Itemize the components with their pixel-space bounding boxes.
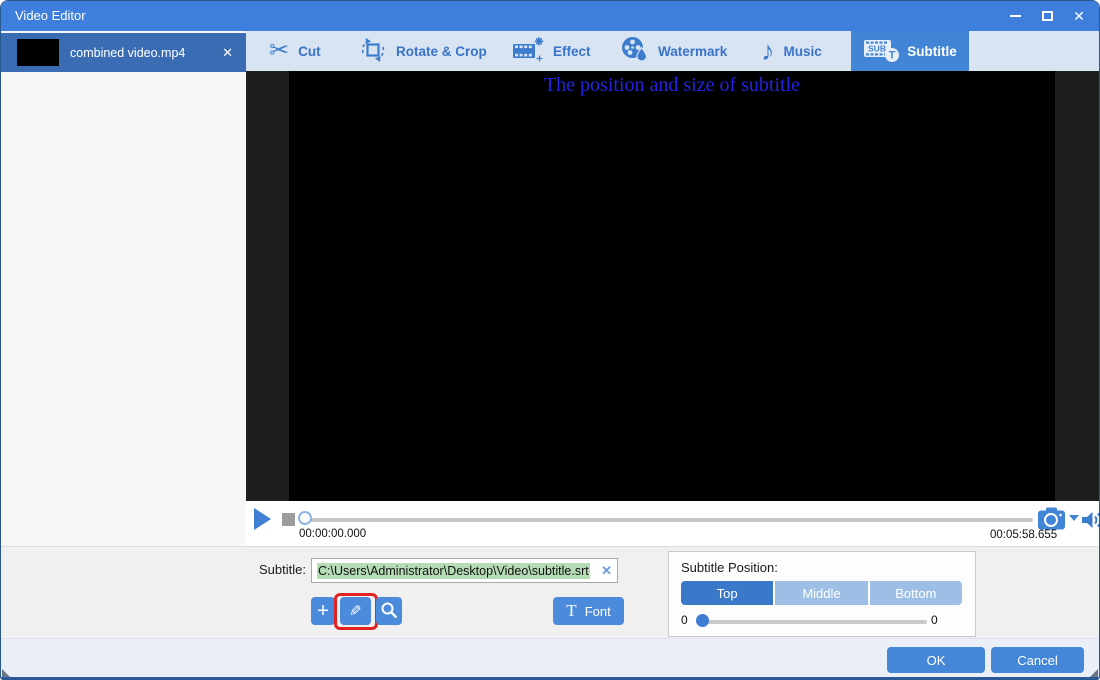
minimize-button[interactable] — [999, 1, 1031, 31]
position-offset-slider: 0 0 — [669, 612, 977, 632]
tab-label: Watermark — [658, 43, 728, 59]
subtitle-overlay-text: The position and size of subtitle — [543, 74, 801, 96]
preview-area: The position and size of subtitle — [246, 71, 1099, 501]
file-list-item[interactable]: combined video.mp4 ✕ — [1, 33, 246, 72]
tab-rotate-crop[interactable]: Rotate & Crop — [359, 31, 487, 71]
file-list-sidebar: combined video.mp4 ✕ — [1, 31, 246, 546]
slider-max-label: 0 — [931, 613, 938, 627]
font-button-label: Font — [584, 603, 611, 619]
font-button[interactable]: T Font — [553, 597, 624, 625]
position-middle-button[interactable]: Middle — [775, 581, 868, 605]
subtitle-path-input[interactable]: C:\Users\Administrator\Desktop\Video\sub… — [311, 558, 618, 583]
add-subtitle-button[interactable]: + — [311, 597, 335, 625]
remove-file-icon[interactable]: ✕ — [222, 45, 233, 61]
tab-label: Music — [783, 43, 822, 59]
close-icon: ✕ — [1073, 7, 1085, 24]
subtitle-settings-panel: Subtitle: C:\Users\Administrator\Desktop… — [1, 546, 1099, 638]
slider-handle[interactable] — [696, 614, 709, 627]
position-top-button[interactable]: Top — [681, 581, 774, 605]
tab-label: Cut — [298, 43, 321, 59]
magnifier-icon — [380, 601, 398, 622]
window-bottom-border — [1, 677, 1099, 679]
tab-music[interactable]: ♪ Music — [761, 31, 822, 71]
subtitle-position-panel: Subtitle Position: Top Middle Bottom 0 0 — [668, 551, 976, 637]
tab-effect[interactable]: Effect — [513, 31, 591, 71]
title-bar[interactable]: Video Editor ✕ — [1, 1, 1099, 31]
window-controls: ✕ — [999, 1, 1095, 31]
font-t-icon: T — [566, 601, 577, 620]
plus-icon: + — [317, 599, 329, 622]
film-sparkle-icon — [513, 36, 544, 66]
tab-watermark[interactable]: Watermark — [621, 31, 727, 71]
snapshot-camera-icon[interactable] — [1037, 505, 1067, 537]
slider-min-label: 0 — [681, 613, 688, 627]
seek-slider-handle[interactable] — [298, 511, 312, 525]
seek-slider-track[interactable] — [306, 518, 1033, 522]
snapshot-dropdown-icon[interactable] — [1069, 515, 1079, 521]
window-title: Video Editor — [15, 8, 86, 23]
tab-label: Effect — [553, 43, 591, 59]
video-editor-window: Video Editor ✕ combined video.mp4 ✕ ✂ Cu… — [0, 0, 1100, 680]
ok-button[interactable]: OK — [887, 647, 985, 673]
rotate-crop-icon — [359, 36, 387, 67]
position-bottom-button[interactable]: Bottom — [869, 581, 962, 605]
subtitle-position-label: Subtitle Position: — [681, 560, 778, 575]
film-reel-drop-icon — [621, 36, 649, 66]
clear-path-icon[interactable]: ✕ — [601, 563, 612, 579]
volume-icon[interactable] — [1081, 510, 1099, 535]
resize-grip-right[interactable] — [1090, 669, 1098, 677]
position-segment-group: Top Middle Bottom — [681, 581, 962, 605]
playback-bar: 00:00:00.000 00:05:58.655 — [246, 501, 1099, 546]
scissors-icon: ✂ — [269, 37, 290, 64]
music-note-icon: ♪ — [761, 35, 775, 66]
edit-subtitle-button[interactable]: ✎ — [340, 597, 371, 625]
subtitle-path-value: C:\Users\Administrator\Desktop\Video\sub… — [317, 562, 590, 579]
cancel-button[interactable]: Cancel — [991, 647, 1084, 673]
video-thumbnail — [17, 39, 59, 66]
tab-cut[interactable]: ✂ Cut — [269, 31, 321, 71]
subtitle-sub-t-icon: SUB T — [863, 37, 900, 66]
search-subtitle-button[interactable] — [376, 597, 402, 625]
file-name-label: combined video.mp4 — [70, 45, 186, 60]
current-time-label: 00:00:00.000 — [299, 528, 367, 540]
video-canvas[interactable]: The position and size of subtitle — [289, 71, 1055, 501]
tab-subtitle[interactable]: SUB T Subtitle — [851, 31, 969, 71]
stop-button[interactable] — [282, 513, 295, 526]
minimize-icon — [1009, 15, 1021, 17]
tab-label: Rotate & Crop — [396, 43, 487, 59]
editor-tab-bar: ✂ Cut Rotate & Crop Effect Watermark ♪ M… — [246, 31, 1099, 71]
slider-track[interactable] — [696, 620, 927, 624]
close-button[interactable]: ✕ — [1063, 1, 1095, 31]
pencil-icon: ✎ — [349, 603, 362, 620]
subtitle-field-label: Subtitle: — [259, 562, 306, 577]
maximize-icon — [1041, 11, 1053, 21]
svg-text:T: T — [889, 49, 896, 61]
resize-grip-left[interactable] — [2, 669, 10, 677]
play-button[interactable] — [254, 508, 271, 530]
tab-label: Subtitle — [907, 43, 957, 59]
maximize-button[interactable] — [1031, 1, 1063, 31]
dialog-footer: OK Cancel — [1, 638, 1099, 679]
svg-text:SUB: SUB — [868, 43, 886, 53]
